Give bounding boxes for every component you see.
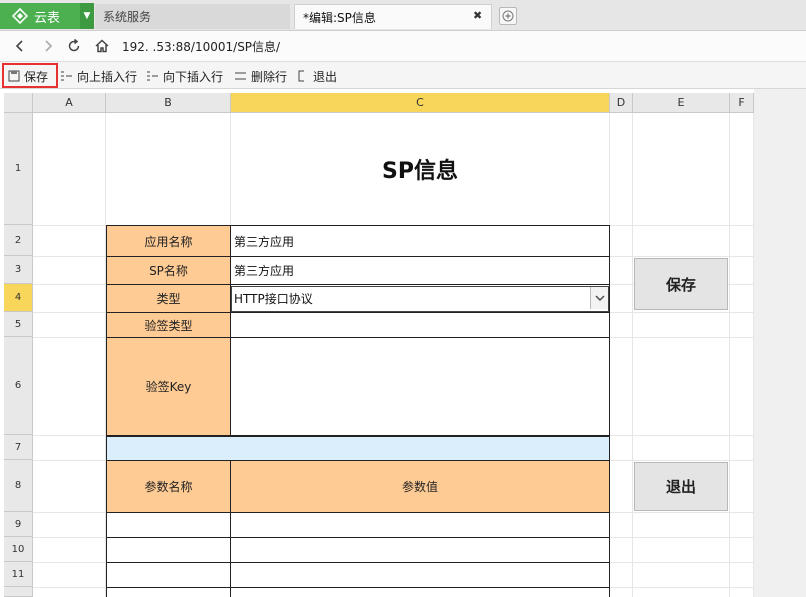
delete-row-icon [235,72,246,80]
param-value-cell[interactable] [230,512,610,538]
tab-system-services[interactable]: 系统服务 [95,4,290,29]
toolbar-exit-button[interactable]: 退出 [297,66,337,86]
column-header-d[interactable]: D [610,93,633,113]
row-header-5[interactable]: 5 [4,312,33,337]
toolbar-save-button[interactable]: 保存 [8,66,48,86]
insert-row-below-icon [147,71,158,81]
param-value-cell[interactable] [230,537,610,563]
tab-label: *编辑:SP信息 [303,10,376,25]
back-icon[interactable] [10,36,30,56]
row-header-6[interactable]: 6 [4,337,33,435]
plus-icon [502,10,514,22]
param-value-cell[interactable] [230,562,610,588]
chevron-down-icon[interactable] [590,287,608,309]
insert-above-label: 向上插入行 [77,69,138,84]
row-header-10[interactable]: 10 [4,537,33,562]
column-header-b[interactable]: B [106,93,231,113]
row-header-4[interactable]: 4 [4,284,33,312]
address-bar [0,31,806,62]
type-label: 类型 [106,284,231,313]
app-name: 云表 [34,10,61,26]
new-tab-button[interactable] [499,7,517,25]
save-icon [8,70,20,82]
app-name-label: 应用名称 [106,225,231,257]
row-header-1[interactable]: 1 [4,113,33,225]
insert-below-button[interactable]: 向下插入行 [146,66,223,86]
row-header-7[interactable]: 7 [4,435,33,460]
param-value-cell[interactable] [230,587,610,597]
toolbar-save-label: 保存 [24,69,49,84]
sheet-margin [754,89,806,597]
sp-name-field[interactable]: 第三方应用 [230,256,610,285]
param-name-cell[interactable] [106,587,231,597]
app-window: 云表 ▼ 系统服务 *编辑:SP信息 ✖ 192. .53:88/10001/S… [0,0,806,597]
select-all-corner[interactable] [4,93,33,113]
gridline [632,113,633,597]
home-icon[interactable] [92,36,112,56]
row-header-3[interactable]: 3 [4,256,33,284]
sp-name-label: SP名称 [106,256,231,285]
param-name-header: 参数名称 [106,460,231,513]
gridline [753,113,754,597]
app-logo-icon [12,8,28,24]
row-header-12[interactable] [4,587,33,597]
param-name-cell[interactable] [106,537,231,563]
section-separator [106,436,610,461]
column-header-f[interactable]: F [730,93,754,113]
gridline [729,113,730,597]
row-header-8[interactable]: 8 [4,460,33,512]
column-header-e[interactable]: E [633,93,730,113]
insert-row-above-icon [61,71,72,81]
exit-icon [298,70,304,82]
reload-icon[interactable] [64,36,84,56]
param-name-cell[interactable] [106,562,231,588]
sheet-title: SP信息 [382,159,458,184]
save-button[interactable]: 保存 [634,258,728,310]
active-cell-border [231,286,609,312]
param-value-header: 参数值 [230,460,610,513]
delete-row-label: 删除行 [251,69,288,84]
insert-below-label: 向下插入行 [163,69,224,84]
row-header-9[interactable]: 9 [4,512,33,537]
close-tab-icon[interactable]: ✖ [473,9,482,22]
sign-type-label: 验签类型 [106,312,231,338]
column-header-a[interactable]: A [33,93,106,113]
app-name-field[interactable]: 第三方应用 [230,225,610,257]
app-menu-button[interactable]: 云表 [0,3,80,29]
row-header-11[interactable]: 11 [4,562,33,587]
param-name-cell[interactable] [106,512,231,538]
forward-icon[interactable] [38,36,58,56]
sign-key-field[interactable] [230,337,610,436]
tab-edit-sp[interactable]: *编辑:SP信息 [294,4,492,29]
exit-button[interactable]: 退出 [634,462,728,511]
insert-above-button[interactable]: 向上插入行 [60,66,137,86]
sign-type-field[interactable] [230,312,610,338]
url-field[interactable]: 192. .53:88/10001/SP信息/ [122,38,280,55]
chevron-down-icon[interactable]: ▼ [80,3,94,29]
row-header-2[interactable]: 2 [4,225,33,256]
sign-key-label: 验签Key [106,337,231,436]
delete-row-button[interactable]: 删除行 [234,66,287,86]
toolbar-exit-label: 退出 [313,69,338,84]
tab-label: 系统服务 [103,10,152,24]
column-header-c[interactable]: C [231,93,610,113]
